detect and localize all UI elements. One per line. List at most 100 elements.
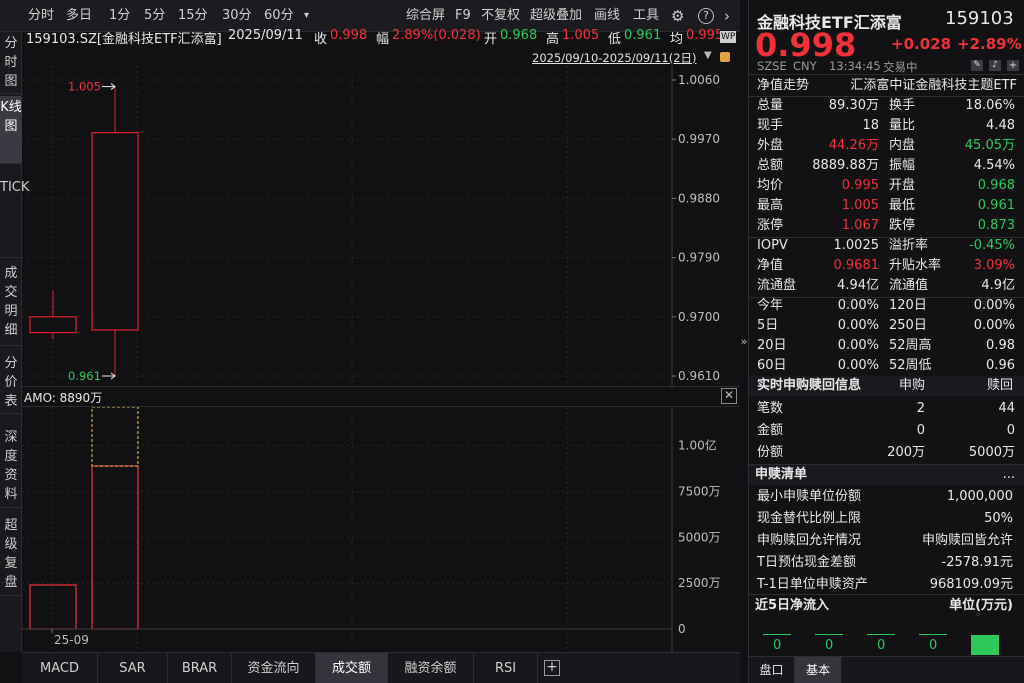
y-tick-label: 7500万 — [678, 485, 721, 499]
tab-brar[interactable]: BRAR — [168, 653, 232, 683]
stat-row: 60日0.00%52周低0.96 — [749, 356, 1024, 376]
stat-value: 1.005 — [842, 196, 879, 216]
high-label: 高 — [546, 28, 559, 47]
wp-badge[interactable]: WP — [720, 31, 736, 43]
stat-label: 120日 — [889, 296, 927, 316]
settings-gear-icon[interactable]: ⚙ — [671, 6, 684, 26]
quote-date: 2025/09/11 — [228, 28, 303, 43]
stat-value: 18.06% — [965, 96, 1015, 116]
period-tab-1min[interactable]: 1分 — [109, 6, 130, 26]
period-tab-5min[interactable]: 5分 — [144, 6, 165, 26]
creation-list-row: 最小申赎单位份额1,000,000 — [749, 487, 1024, 507]
f9-button[interactable]: F9 — [455, 6, 471, 26]
left-view-tabs: 分时图 K线图 TICK 成交明细 分价表 深度资料 超级复盘 — [0, 32, 22, 652]
candle-body[interactable] — [30, 317, 76, 333]
creation-list-value: -2578.91元 — [942, 553, 1013, 573]
stat-label: 最低 — [889, 196, 915, 216]
y-tick-label: 0.9970 — [678, 132, 720, 146]
alert-bell-icon[interactable]: ♪ — [989, 60, 1001, 71]
period-tab-multi-day[interactable]: 多日 — [66, 6, 92, 26]
net-inflow-bar — [815, 634, 843, 635]
creation-list-label: T日预估现金差额 — [757, 553, 856, 573]
stat-value: 0.961 — [978, 196, 1015, 216]
add-indicator-icon[interactable]: + — [544, 660, 560, 676]
left-tab-tick[interactable]: TICK — [0, 176, 22, 258]
help-icon[interactable]: ? — [698, 8, 714, 24]
period-tab-fenshi[interactable]: 分时 — [28, 6, 54, 26]
draw-line-button[interactable]: 画线 — [594, 6, 620, 26]
left-tab-price-table[interactable]: 分价表 — [0, 352, 22, 414]
subscribe-col-header: 申购 — [899, 376, 925, 396]
avg-label: 均 — [670, 28, 683, 47]
period-tab-60min[interactable]: 60分 — [264, 6, 294, 26]
tab-turnover[interactable]: 成交额 — [316, 653, 388, 683]
edit-icon[interactable]: ✎ — [971, 60, 983, 71]
expand-panel-icon[interactable]: » — [740, 334, 748, 350]
left-tab-fenshi[interactable]: 分时图 — [0, 32, 22, 94]
composite-screen-button[interactable]: 综合屏 — [406, 6, 445, 26]
period-tab-30min[interactable]: 30分 — [222, 6, 252, 26]
candle-body[interactable] — [92, 133, 138, 330]
stat-label: 跌停 — [889, 216, 915, 236]
creation-list-row: T-1日单位申赎资产968109.09元 — [749, 575, 1024, 595]
no-adjust-button[interactable]: 不复权 — [481, 6, 520, 26]
stat-label: 5日 — [757, 316, 778, 336]
amount-bar[interactable] — [30, 585, 76, 629]
candlestick-svg: 1.00600.99700.98800.97900.97000.96101.00… — [22, 66, 740, 386]
amount-plot: 1.00亿7500万5000万2500万025-09 — [22, 407, 740, 652]
stat-row: IOPV1.0025溢折率-0.45% — [749, 236, 1024, 256]
y-tick-label: 1.00亿 — [678, 438, 717, 453]
panel-tab-orderbook[interactable]: 盘口 — [749, 657, 795, 683]
stat-row: 20日0.00%52周高0.98 — [749, 336, 1024, 356]
subscription-label: 份额 — [757, 443, 783, 463]
close-indicator-icon[interactable]: ✕ — [721, 388, 737, 404]
period-dropdown-icon[interactable]: ▾ — [304, 6, 309, 26]
net-inflow-bar — [763, 634, 791, 635]
redeem-col-header: 赎回 — [987, 376, 1013, 396]
subscription-value: 5000万 — [969, 443, 1015, 463]
stat-value: 0.98 — [986, 336, 1015, 356]
left-tab-super-replay[interactable]: 超级复盘 — [0, 514, 22, 596]
high-price-annotation: 1.005 — [68, 80, 101, 94]
left-tab-kline[interactable]: K线图 — [0, 96, 22, 164]
tools-button[interactable]: 工具 — [633, 6, 659, 26]
tab-margin-balance[interactable]: 融资余额 — [388, 653, 474, 683]
net-inflow-header: 近5日净流入 单位(万元) — [749, 596, 1024, 616]
nav-trend-row[interactable]: 净值走势 汇添富中证金融科技主题ETF — [749, 76, 1024, 96]
amount-bar[interactable] — [92, 466, 138, 629]
tab-rsi[interactable]: RSI — [474, 653, 538, 683]
stat-value: 0.968 — [978, 176, 1015, 196]
add-watchlist-icon[interactable]: + — [1007, 60, 1019, 71]
creation-list-row: 申购赎回允许情况申购赎回皆允许 — [749, 531, 1024, 551]
date-range-label[interactable]: 2025/09/10-2025/09/11(2日) — [532, 50, 697, 66]
amount-indicator-title: AMO: 8890万 — [24, 389, 102, 406]
creation-list-title: 申赎清单 — [755, 465, 807, 485]
stat-value: 1.067 — [842, 216, 879, 236]
net-inflow-bar — [867, 634, 895, 635]
lock-icon[interactable] — [720, 52, 730, 62]
super-overlay-button[interactable]: 超级叠加 — [530, 6, 582, 26]
tab-macd[interactable]: MACD — [22, 653, 98, 683]
stat-label: 20日 — [757, 336, 787, 356]
net-inflow-bar — [971, 635, 999, 655]
price-plot: 1.00600.99700.98800.97900.97000.96101.00… — [22, 66, 740, 386]
panel-tab-basic[interactable]: 基本 — [795, 657, 841, 683]
y-tick-label: 0.9700 — [678, 310, 720, 324]
left-tab-depth-info[interactable]: 深度资料 — [0, 426, 22, 508]
tab-sar[interactable]: SAR — [98, 653, 168, 683]
security-code-name: 159103.SZ[金融科技ETF汇添富] — [26, 28, 222, 47]
creation-list-label: 现金替代比例上限 — [757, 509, 861, 529]
range-dropdown-icon[interactable]: ▼ — [704, 50, 712, 61]
creation-list-label: 最小申赎单位份额 — [757, 487, 861, 507]
stat-row: 均价0.995开盘0.968 — [749, 176, 1024, 196]
period-tab-15min[interactable]: 15分 — [178, 6, 208, 26]
quote-time: 13:34:45 — [829, 59, 881, 73]
collapse-arrow-icon[interactable]: › — [724, 6, 730, 26]
tab-capital-flow[interactable]: 资金流向 — [232, 653, 316, 683]
left-tab-trade-detail[interactable]: 成交明细 — [0, 262, 22, 346]
creation-list-row: T日预估现金差额 -2578.91元 — [749, 553, 1024, 573]
nav-trend-label: 净值走势 — [757, 76, 809, 96]
exchange-code: SZSE — [757, 59, 787, 73]
stat-row: 净值0.9681升贴水率3.09% — [749, 256, 1024, 276]
creation-list-more[interactable]: ... — [1003, 465, 1015, 485]
